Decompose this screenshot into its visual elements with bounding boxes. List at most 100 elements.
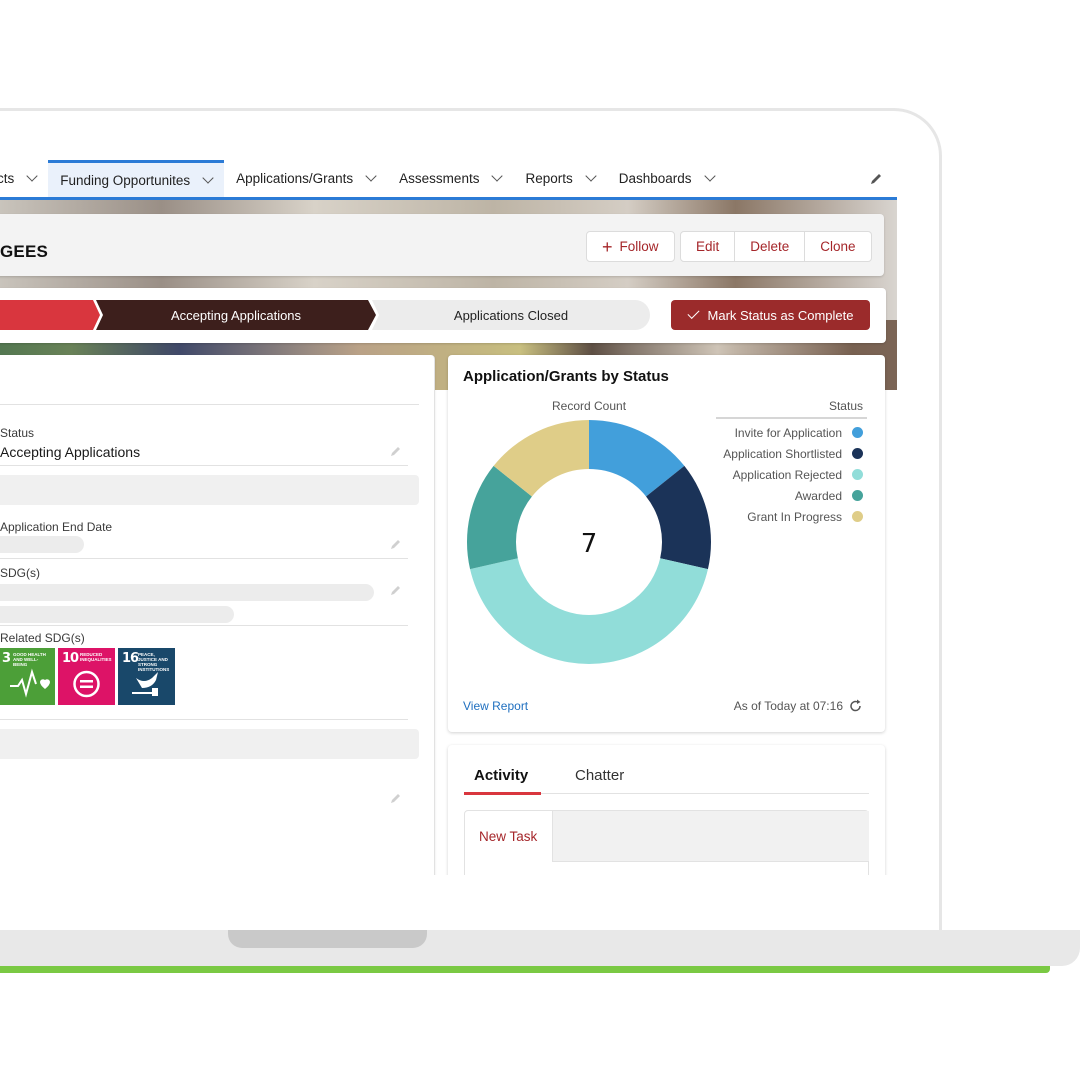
legend-title: Status bbox=[828, 399, 863, 413]
nav-item-applications-grants[interactable]: Applications/Grants bbox=[224, 160, 387, 197]
chevron-down-icon[interactable] bbox=[26, 170, 38, 182]
details-panel: Status Accepting Applications Applicatio… bbox=[0, 355, 435, 875]
check-icon bbox=[687, 306, 700, 320]
nav-item-projects[interactable]: cts bbox=[0, 160, 48, 197]
refresh-status: As of Today at 07:16 bbox=[734, 699, 863, 713]
legend-swatch bbox=[852, 427, 863, 438]
laptop-notch bbox=[228, 930, 427, 948]
donut-total-label: 7 bbox=[581, 529, 598, 559]
mark-status-complete-button[interactable]: Mark Status as Complete bbox=[671, 300, 870, 330]
app-screen: cts Funding Opportunites Applications/Gr… bbox=[0, 160, 897, 875]
edit-pencil-icon[interactable] bbox=[390, 445, 402, 457]
path-steps: Accepting Applications Applications Clos… bbox=[0, 300, 650, 330]
follow-button[interactable]: + Follow bbox=[586, 231, 675, 262]
chevron-down-icon[interactable] bbox=[202, 171, 214, 184]
legend-item[interactable]: Grant In Progress bbox=[723, 506, 863, 527]
view-report-link[interactable]: View Report bbox=[463, 699, 528, 713]
status-label: Status bbox=[0, 426, 35, 440]
chevron-down-icon[interactable] bbox=[703, 170, 716, 182]
record-header: GEES + Follow Edit Delete Clone bbox=[0, 214, 884, 276]
refresh-icon[interactable] bbox=[849, 699, 863, 713]
tab-chatter[interactable]: Chatter bbox=[575, 767, 624, 784]
nav-label: Reports bbox=[525, 171, 573, 186]
nav-label: Applications/Grants bbox=[236, 171, 354, 186]
sdg-10-reduced-inequalities-icon[interactable]: 10 Reduced Inequalities bbox=[58, 648, 115, 705]
pencil-icon[interactable] bbox=[869, 172, 883, 186]
edit-button[interactable]: Edit bbox=[680, 231, 736, 262]
status-value: Accepting Applications bbox=[0, 444, 141, 460]
publisher-panel: New Task bbox=[464, 810, 869, 875]
divider bbox=[0, 404, 419, 405]
sdgs-value-placeholder bbox=[0, 606, 234, 623]
sdgs-label: SDG(s) bbox=[0, 566, 40, 580]
new-task-tab[interactable]: New Task bbox=[479, 829, 537, 844]
donut-slice-application-rejected[interactable] bbox=[470, 558, 708, 664]
legend-item[interactable]: Application Shortlisted bbox=[723, 443, 863, 464]
record-title: GEES bbox=[0, 242, 49, 261]
heartbeat-icon bbox=[10, 668, 50, 698]
follow-label: Follow bbox=[619, 239, 659, 254]
legend-label: Application Shortlisted bbox=[723, 446, 842, 461]
nav-label: Assessments bbox=[399, 171, 480, 186]
path-step-applications-closed[interactable]: Applications Closed bbox=[372, 300, 650, 330]
dove-gavel-icon bbox=[132, 672, 158, 696]
activity-card: Activity Chatter New Task bbox=[448, 745, 885, 875]
nav-item-assessments[interactable]: Assessments bbox=[387, 160, 513, 197]
legend-swatch bbox=[852, 448, 863, 459]
legend-label: Grant In Progress bbox=[747, 509, 842, 524]
legend-item[interactable]: Application Rejected bbox=[723, 464, 863, 485]
legend-swatch bbox=[852, 511, 863, 522]
laptop-base bbox=[0, 930, 1080, 966]
legend-item[interactable]: Awarded bbox=[723, 485, 863, 506]
legend-swatch bbox=[852, 490, 863, 501]
legend-swatch bbox=[852, 469, 863, 480]
edit-pencil-icon[interactable] bbox=[390, 538, 402, 550]
chart-card: Application/Grants by Status Record Coun… bbox=[448, 355, 885, 732]
chevron-down-icon[interactable] bbox=[491, 170, 504, 182]
nav-label: Dashboards bbox=[618, 171, 692, 186]
legend-label: Invite for Application bbox=[734, 425, 842, 440]
nav-item-funding-opportunities[interactable]: Funding Opportunites bbox=[48, 160, 225, 197]
chevron-down-icon[interactable] bbox=[365, 170, 377, 182]
legend-label: Awarded bbox=[794, 488, 842, 503]
donut-chart[interactable]: 7 bbox=[464, 417, 714, 667]
edit-pencil-icon[interactable] bbox=[390, 584, 402, 596]
tab-activity[interactable]: Activity bbox=[474, 767, 528, 784]
plus-icon: + bbox=[602, 236, 613, 257]
chevron-down-icon[interactable] bbox=[585, 170, 597, 182]
legend-item[interactable]: Invite for Application bbox=[723, 422, 863, 443]
clone-button[interactable]: Clone bbox=[805, 231, 872, 262]
record-actions: Edit Delete Clone bbox=[680, 231, 872, 262]
sdg-3-good-health-icon[interactable]: 3 Good Health and Well-Being bbox=[0, 648, 55, 705]
end-date-label: Application End Date bbox=[0, 520, 113, 534]
related-sdgs-list: 3 Good Health and Well-Being 10 Reduced … bbox=[0, 648, 175, 705]
nav-item-reports[interactable]: Reports bbox=[513, 160, 606, 197]
legend-label: Application Rejected bbox=[732, 467, 842, 482]
mark-complete-label: Mark Status as Complete bbox=[707, 307, 854, 323]
legend-divider bbox=[716, 417, 867, 419]
redacted-field bbox=[0, 475, 419, 505]
path-step-complete[interactable] bbox=[0, 300, 100, 330]
end-date-value-placeholder bbox=[0, 536, 84, 553]
publisher-tab-strip bbox=[552, 811, 869, 862]
active-tab-indicator bbox=[464, 792, 541, 795]
nav-item-dashboards[interactable]: Dashboards bbox=[607, 160, 726, 197]
nav-bar: cts Funding Opportunites Applications/Gr… bbox=[0, 160, 897, 200]
nav-label: Funding Opportunites bbox=[60, 172, 191, 188]
chart-legend: Invite for Application Application Shortl… bbox=[723, 422, 863, 527]
chart-subtitle: Record Count bbox=[552, 399, 627, 413]
delete-button[interactable]: Delete bbox=[735, 231, 806, 262]
sdgs-value-placeholder bbox=[0, 584, 374, 601]
path-step-accepting-applications[interactable]: Accepting Applications bbox=[96, 300, 376, 330]
equality-icon bbox=[73, 670, 100, 698]
related-sdgs-label: Related SDG(s) bbox=[0, 631, 85, 645]
sdg-16-peace-justice-icon[interactable]: 16 Peace, Justice and Strong Institution… bbox=[118, 648, 175, 705]
divider bbox=[0, 465, 408, 466]
laptop-accent-bar bbox=[0, 966, 1050, 973]
redacted-field bbox=[0, 729, 419, 759]
nav-label: cts bbox=[0, 171, 15, 186]
divider bbox=[0, 558, 408, 559]
chart-title: Application/Grants by Status bbox=[463, 368, 669, 385]
edit-pencil-icon[interactable] bbox=[390, 792, 402, 804]
divider bbox=[0, 719, 408, 720]
